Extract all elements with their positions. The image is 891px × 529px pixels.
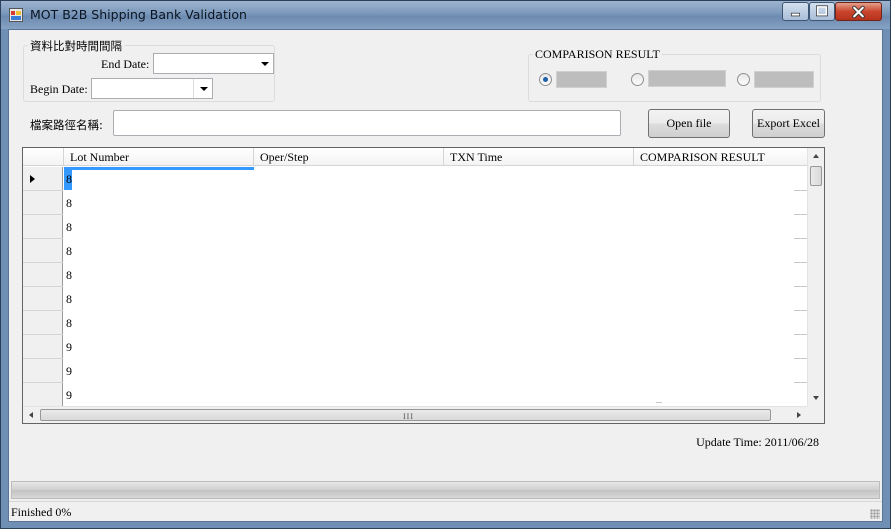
row-header[interactable] (23, 359, 63, 383)
chevron-down-icon (261, 62, 269, 66)
minimize-button[interactable] (782, 2, 809, 21)
result-option-2-label (648, 70, 726, 87)
lot-number-cell[interactable]: 8 (64, 167, 72, 191)
lot-number-cell[interactable]: 8 (64, 263, 72, 287)
row-header[interactable] (23, 263, 63, 287)
close-button[interactable] (835, 2, 882, 21)
scroll-left-icon[interactable] (29, 412, 33, 418)
resize-grip-icon[interactable] (870, 509, 880, 519)
result-option-1-radio[interactable] (539, 73, 552, 86)
horizontal-scroll-thumb[interactable]: III (40, 409, 771, 421)
scroll-grip-icon: III (403, 412, 414, 421)
begin-date-picker[interactable] (91, 78, 213, 99)
table-row[interactable]: 8 (64, 191, 808, 215)
row-header[interactable] (23, 335, 63, 359)
lot-number-cell[interactable]: 8 (64, 287, 72, 311)
lot-number-cell[interactable]: 8 (64, 311, 72, 335)
chevron-down-icon (200, 87, 208, 91)
app-window: MOT B2B Shipping Bank Validation 資料比對時間間… (0, 0, 891, 529)
window-title: MOT B2B Shipping Bank Validation (30, 7, 247, 22)
table-row[interactable]: 8 (64, 167, 808, 191)
table-row[interactable]: 8 (64, 311, 808, 335)
results-grid[interactable]: Lot Number Oper/Step TXN Time COMPARISON… (22, 147, 825, 424)
row-header[interactable] (23, 311, 63, 335)
status-bar: Finished 0% (9, 501, 882, 521)
table-row[interactable]: 8 (64, 263, 808, 287)
table-row[interactable]: 9 (64, 335, 808, 359)
radio-selected-dot (543, 77, 548, 82)
file-path-label: 檔案路徑名稱: (30, 118, 103, 132)
lot-number-cell[interactable]: 9 (64, 359, 72, 383)
table-row[interactable]: 9 (64, 383, 808, 406)
minimize-icon (790, 12, 801, 17)
maximize-icon (816, 5, 828, 17)
scroll-corner (807, 406, 824, 423)
title-bar[interactable]: MOT B2B Shipping Bank Validation (1, 1, 890, 29)
current-row-arrow-icon (30, 175, 35, 183)
comparison-result-legend: COMPARISON RESULT (533, 47, 662, 62)
column-header-comparison-result[interactable]: COMPARISON RESULT (634, 148, 808, 166)
scroll-right-icon[interactable] (797, 412, 801, 418)
scroll-up-icon[interactable] (813, 154, 819, 158)
export-excel-button[interactable]: Export Excel (752, 109, 825, 138)
row-header[interactable] (23, 167, 63, 191)
close-icon (852, 5, 865, 19)
row-header[interactable] (23, 215, 63, 239)
selection-highlight (64, 167, 254, 170)
row-header[interactable] (23, 191, 63, 215)
column-header-txn-time[interactable]: TXN Time (444, 148, 634, 166)
maximize-button[interactable] (809, 2, 835, 21)
grid-body: 8 8 8 8 8 8 8 9 9 9 (64, 167, 808, 406)
update-time-label: Update Time: 2011/06/28 (696, 435, 819, 449)
result-option-2-radio[interactable] (631, 73, 644, 86)
row-header-corner (23, 148, 64, 166)
table-row[interactable]: 8 (64, 239, 808, 263)
end-date-picker[interactable] (153, 53, 274, 74)
lot-number-cell[interactable]: 8 (64, 239, 72, 263)
row-header[interactable] (23, 287, 63, 311)
table-row[interactable]: 9 (64, 359, 808, 383)
begin-date-label: Begin Date: (30, 82, 88, 96)
end-date-label: End Date: (101, 57, 150, 71)
column-header-oper-step[interactable]: Oper/Step (254, 148, 444, 166)
table-row[interactable]: 8 (64, 287, 808, 311)
column-header-lot-number[interactable]: Lot Number (64, 148, 254, 166)
result-option-3-label (754, 71, 814, 88)
result-option-1-label (556, 71, 607, 88)
open-file-button[interactable]: Open file (648, 109, 730, 138)
result-option-3-radio[interactable] (737, 73, 750, 86)
lot-number-cell[interactable]: 8 (64, 215, 72, 239)
horizontal-scrollbar[interactable]: III (23, 406, 807, 423)
table-row[interactable]: 8 (64, 215, 808, 239)
client-area: 資料比對時間間隔 End Date: Begin Date: COMPARISO… (8, 29, 883, 522)
grid-header: Lot Number Oper/Step TXN Time COMPARISON… (23, 148, 808, 166)
combo-separator (193, 79, 194, 98)
row-header[interactable] (23, 383, 63, 407)
row-headers (23, 167, 63, 407)
lot-number-cell[interactable]: 9 (64, 335, 72, 359)
status-text: Finished 0% (11, 505, 72, 519)
vertical-scrollbar[interactable] (807, 148, 824, 406)
vertical-scroll-thumb[interactable] (810, 166, 822, 186)
scroll-down-icon[interactable] (813, 396, 819, 400)
lot-number-cell[interactable]: 8 (64, 191, 72, 215)
row-header[interactable] (23, 239, 63, 263)
file-path-input[interactable] (113, 110, 621, 136)
progress-bar (11, 481, 880, 499)
date-interval-legend: 資料比對時間間隔 (28, 38, 124, 54)
row-divider (656, 402, 662, 403)
lot-number-cell[interactable]: 9 (64, 383, 72, 406)
app-icon (9, 8, 23, 22)
